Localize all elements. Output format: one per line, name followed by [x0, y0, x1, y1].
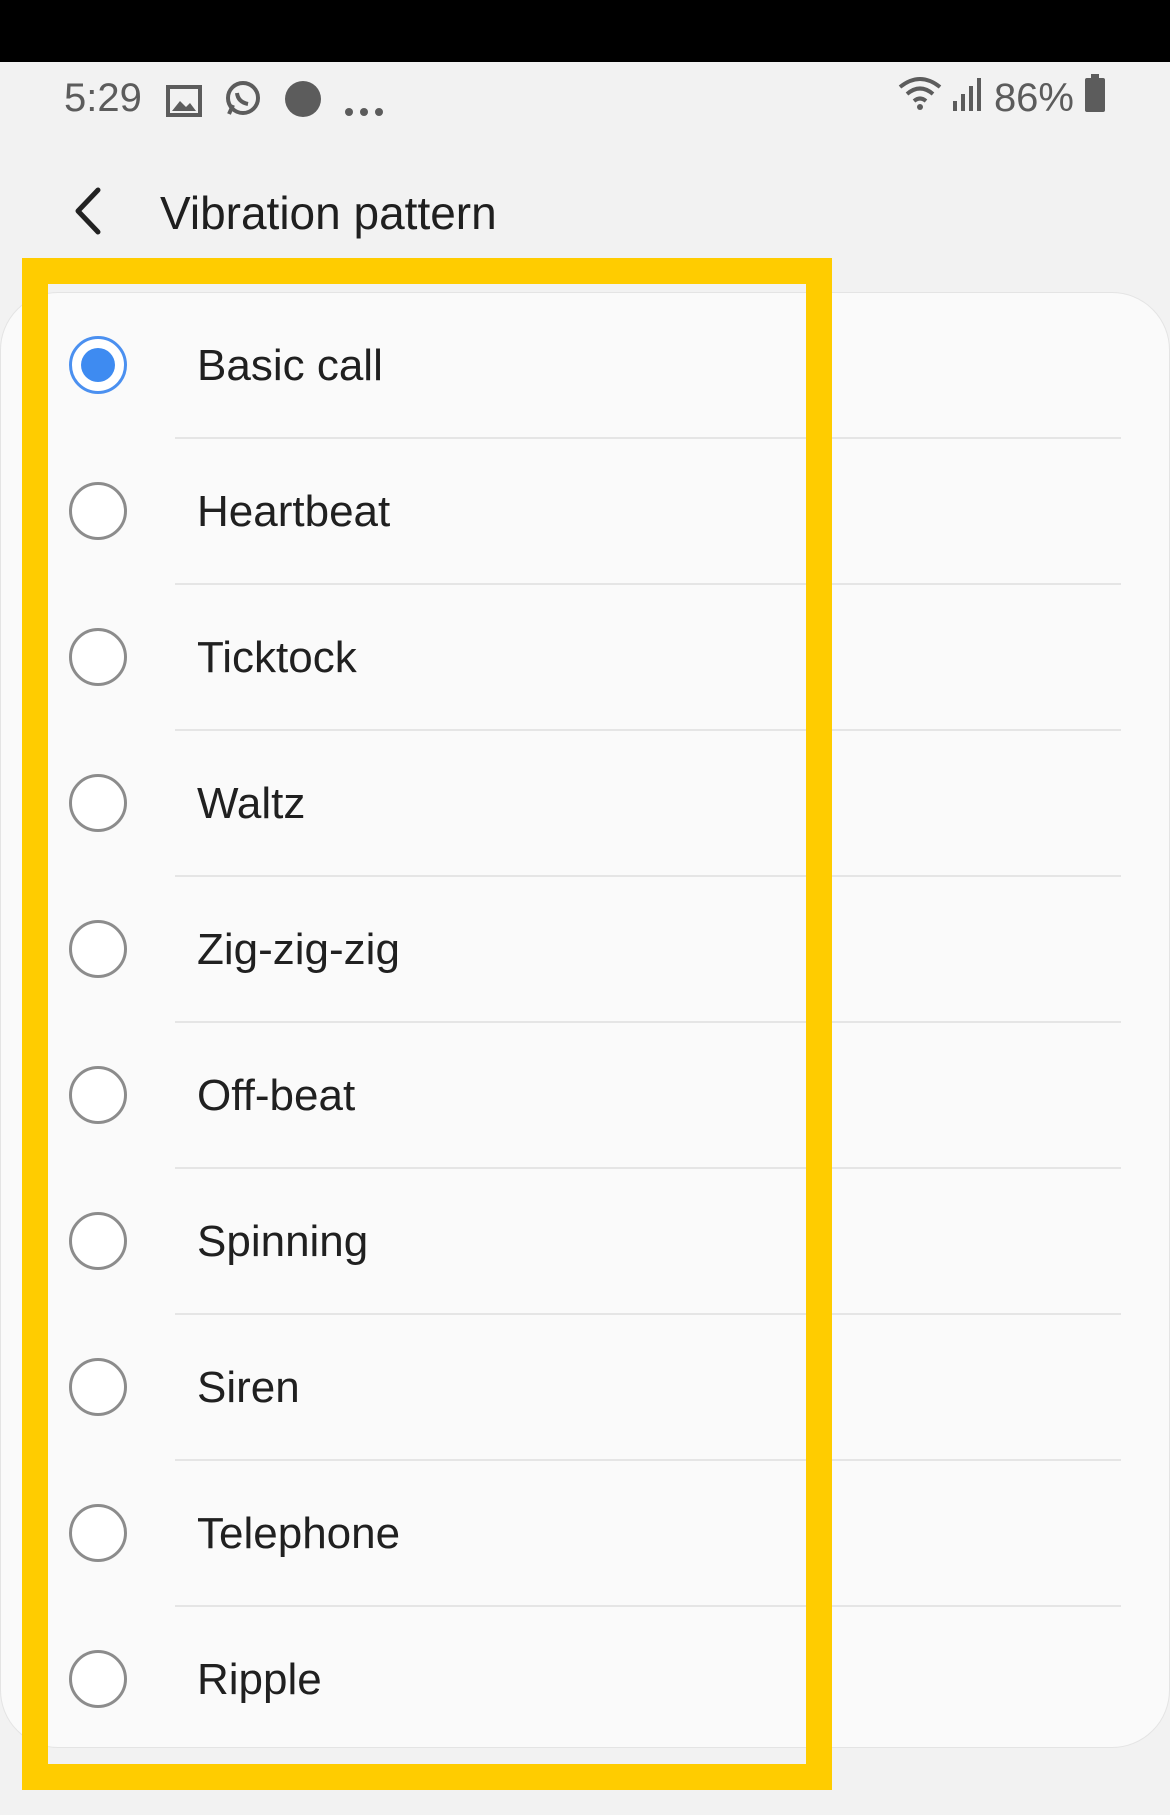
pattern-option-heartbeat[interactable]: Heartbeat: [1, 439, 1170, 585]
pattern-option-zig-zig-zig[interactable]: Zig-zig-zig: [1, 877, 1170, 1023]
pattern-option-telephone[interactable]: Telephone: [1, 1461, 1170, 1607]
battery-icon: [1084, 74, 1106, 122]
radio-unselected-icon[interactable]: [69, 1212, 127, 1270]
pattern-label: Ripple: [197, 1655, 322, 1704]
signal-icon: [952, 76, 984, 121]
status-bar: 5:29 86%: [0, 62, 1170, 138]
radio-unselected-icon[interactable]: [69, 1066, 127, 1124]
pattern-label: Zig-zig-zig: [197, 925, 400, 974]
wifi-icon: [898, 75, 942, 121]
radio-selected-icon[interactable]: [69, 336, 127, 394]
radio-unselected-icon[interactable]: [69, 1358, 127, 1416]
pattern-label: Heartbeat: [197, 487, 391, 536]
radio-unselected-icon[interactable]: [69, 482, 127, 540]
pattern-option-spinning[interactable]: Spinning: [1, 1169, 1170, 1315]
pattern-list-card: Basic call Heartbeat Ticktock Waltz Zig-…: [0, 292, 1170, 1748]
pattern-label: Waltz: [197, 779, 306, 828]
header: Vibration pattern: [0, 160, 1170, 270]
pattern-label: Ticktock: [197, 633, 357, 682]
radio-unselected-icon[interactable]: [69, 628, 127, 686]
pattern-option-ripple[interactable]: Ripple: [1, 1607, 1170, 1753]
image-icon: [166, 82, 202, 127]
pattern-option-basic-call[interactable]: Basic call: [1, 293, 1170, 439]
radio-unselected-icon[interactable]: [69, 774, 127, 832]
pattern-label: Basic call: [197, 341, 383, 390]
radio-unselected-icon[interactable]: [69, 1504, 127, 1562]
battery-percent: 86%: [993, 75, 1074, 120]
chevron-left-icon: [70, 186, 104, 241]
whatsapp-icon: [224, 80, 262, 128]
pattern-label: Off-beat: [197, 1071, 356, 1120]
pattern-label: Telephone: [197, 1509, 401, 1558]
pattern-label: Siren: [197, 1363, 300, 1412]
app-notification-icon: [284, 80, 322, 128]
pattern-label: Spinning: [197, 1217, 369, 1266]
status-time: 5:29: [64, 76, 142, 120]
pattern-option-siren[interactable]: Siren: [1, 1315, 1170, 1461]
radio-unselected-icon[interactable]: [69, 920, 127, 978]
status-notification-icons: [166, 80, 384, 128]
pattern-option-off-beat[interactable]: Off-beat: [1, 1023, 1170, 1169]
page-title: Vibration pattern: [160, 187, 497, 239]
top-black-bar: [0, 0, 1170, 62]
status-system-icons: 86%: [898, 74, 1106, 122]
more-dots-icon: [344, 82, 384, 127]
radio-unselected-icon[interactable]: [69, 1650, 127, 1708]
back-button[interactable]: [52, 178, 122, 248]
pattern-option-waltz[interactable]: Waltz: [1, 731, 1170, 877]
pattern-list: Basic call Heartbeat Ticktock Waltz Zig-…: [1, 293, 1170, 1753]
pattern-option-ticktock[interactable]: Ticktock: [1, 585, 1170, 731]
